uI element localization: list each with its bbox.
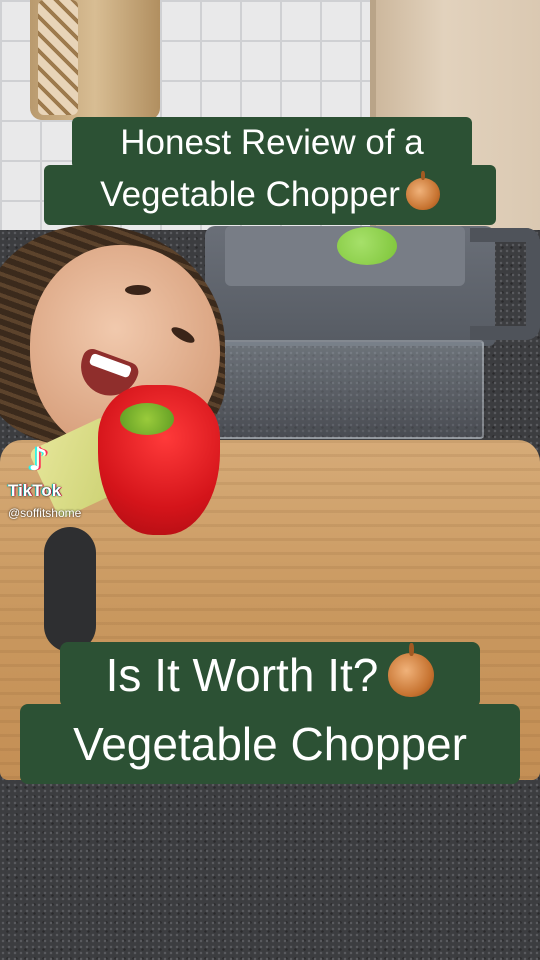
chopper-green-button <box>337 227 397 265</box>
caption-top-line2: Vegetable Chopper <box>44 165 496 225</box>
caption-top-line1: Honest Review of a <box>72 117 472 169</box>
caption-bottom-line2: Vegetable Chopper <box>20 704 520 784</box>
caption-text: Honest Review of a <box>120 123 424 162</box>
caption-text: Vegetable Chopper <box>100 175 400 214</box>
caption-text: Vegetable Chopper <box>73 718 467 770</box>
onion-icon <box>405 170 440 210</box>
person-eye <box>125 285 151 295</box>
tiktok-brand: TikTok <box>8 481 62 500</box>
cutting-board-handle <box>44 527 96 652</box>
caption-text: Is It Worth It? <box>105 649 379 701</box>
chopper-handle <box>470 228 540 340</box>
chopper-container <box>190 340 484 439</box>
creator-handle: @soffitshome <box>8 506 82 520</box>
pepper-stem <box>120 403 174 435</box>
tiktok-logo-icon: ♪ <box>27 440 49 478</box>
utensil-holder <box>30 0 160 120</box>
onion-icon <box>388 643 435 697</box>
caption-bottom-line1: Is It Worth It? <box>60 642 480 708</box>
